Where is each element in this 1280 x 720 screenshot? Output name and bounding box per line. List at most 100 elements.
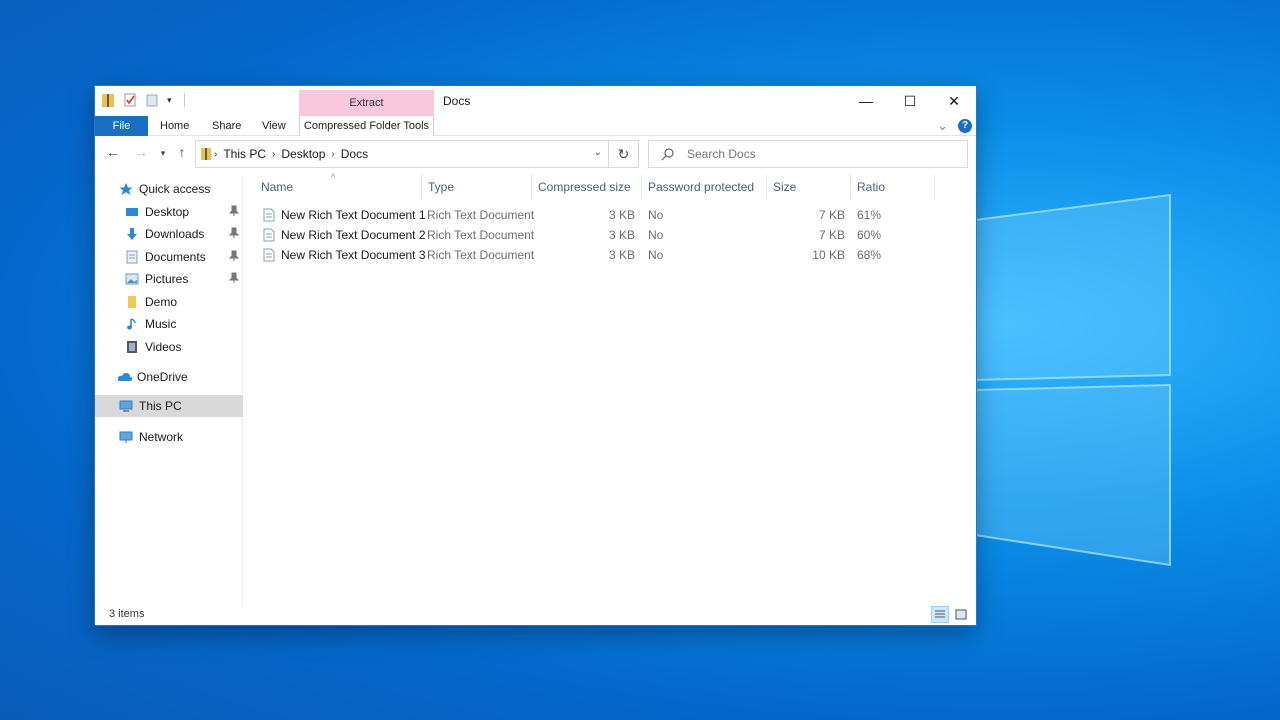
cloud-icon <box>117 370 133 384</box>
file-name-cell[interactable]: New Rich Text Document 1 <box>263 205 426 225</box>
sidebar-item-network[interactable]: Network <box>95 426 243 448</box>
sidebar-item-downloads[interactable]: Downloads <box>95 223 243 245</box>
network-icon <box>119 430 133 444</box>
sidebar-item-label: Pictures <box>145 272 189 286</box>
pin-icon <box>228 227 240 239</box>
sidebar-item-label: Documents <box>145 250 206 264</box>
file-ratio: 68% <box>857 248 882 262</box>
file-compressed-size: 3 KB <box>608 248 635 262</box>
back-arrow-icon[interactable]: ← <box>104 144 122 160</box>
address-bar[interactable]: › This PC › Desktop › Docs ⌄ <box>195 140 609 168</box>
tab-share[interactable]: Share <box>212 116 241 136</box>
folder-icon <box>125 295 139 309</box>
breadcrumb-separator-icon[interactable]: › <box>214 149 217 160</box>
pictures-icon <box>125 272 139 286</box>
sidebar-item-label: OneDrive <box>137 370 188 384</box>
sidebar-item-label: Network <box>139 430 184 444</box>
extract-contextual-tab[interactable]: Extract <box>299 90 434 116</box>
breadcrumb-docs[interactable]: Docs <box>341 147 368 161</box>
sidebar-item-label: Quick access <box>139 182 211 196</box>
file-name: New Rich Text Document 3 <box>281 248 426 262</box>
status-bar: 3 items <box>95 605 976 625</box>
tab-view[interactable]: View <box>262 116 286 136</box>
refresh-button[interactable]: ↻ <box>609 140 639 168</box>
file-size: 7 KB <box>818 228 845 242</box>
file-name-cell[interactable]: New Rich Text Document 3 <box>263 245 426 265</box>
minimize-button[interactable]: — <box>844 86 888 116</box>
customize-qat-icon[interactable]: ▾ <box>167 95 172 106</box>
file-row[interactable]: New Rich Text Document 1 Rich Text Docum… <box>255 205 935 225</box>
sidebar-item-this-pc[interactable]: This PC <box>95 395 243 417</box>
rtf-document-icon <box>263 228 275 242</box>
help-icon[interactable]: ? <box>958 119 972 133</box>
tab-compressed-folder-tools[interactable]: Compressed Folder Tools <box>299 116 434 136</box>
file-ratio: 61% <box>857 208 882 222</box>
sidebar-item-demo[interactable]: Demo <box>95 291 243 313</box>
breadcrumb-desktop[interactable]: Desktop <box>281 147 325 161</box>
sidebar-item-pictures[interactable]: Pictures <box>95 268 243 290</box>
sidebar-item-onedrive[interactable]: OneDrive <box>95 366 243 388</box>
file-name-cell[interactable]: New Rich Text Document 2 <box>263 225 426 245</box>
breadcrumb-this-pc[interactable]: This PC <box>223 147 266 161</box>
file-row[interactable]: New Rich Text Document 3 Rich Text Docum… <box>255 245 935 265</box>
title-bar: ▾ Extract Docs — ☐ ✕ <box>95 86 976 116</box>
navigation-pane: Quick access Desktop Downloads Documents… <box>95 176 243 606</box>
qat-separator <box>183 93 185 107</box>
file-row[interactable]: New Rich Text Document 2 Rich Text Docum… <box>255 225 935 245</box>
file-ratio: 60% <box>857 228 882 242</box>
column-header-name[interactable]: Name <box>255 174 422 200</box>
file-type: Rich Text Document <box>427 208 535 222</box>
breadcrumb-separator-icon[interactable]: › <box>272 149 275 160</box>
details-view-icon[interactable] <box>931 606 949 623</box>
column-header-type[interactable]: Type <box>422 174 532 200</box>
sidebar-item-label: Demo <box>145 295 178 309</box>
sidebar-item-label: Music <box>145 317 177 331</box>
rtf-document-icon <box>263 208 275 222</box>
file-size: 7 KB <box>818 208 845 222</box>
file-password-protected: No <box>648 208 664 222</box>
address-dropdown-icon[interactable]: ⌄ <box>594 147 602 158</box>
download-arrow-icon <box>125 227 139 241</box>
column-header-password-protected[interactable]: Password protected <box>642 174 767 200</box>
expand-ribbon-icon[interactable]: ⌄ <box>937 118 948 134</box>
sidebar-item-music[interactable]: Music <box>95 313 243 335</box>
sidebar-item-documents[interactable]: Documents <box>95 246 243 268</box>
videos-icon <box>125 340 139 354</box>
file-size: 10 KB <box>812 248 845 262</box>
forward-arrow-icon[interactable]: → <box>132 144 150 160</box>
sidebar-item-desktop[interactable]: Desktop <box>95 201 243 223</box>
breadcrumb-separator-icon[interactable]: › <box>331 149 334 160</box>
sidebar-item-quick-access[interactable]: Quick access <box>95 178 243 200</box>
file-type: Rich Text Document <box>427 228 535 242</box>
column-header-ratio[interactable]: Ratio <box>851 174 935 200</box>
properties-icon[interactable] <box>123 92 137 108</box>
sidebar-item-label: Desktop <box>145 205 190 219</box>
tab-home[interactable]: Home <box>160 116 189 136</box>
file-password-protected: No <box>648 228 664 242</box>
search-input[interactable]: Search Docs <box>648 140 968 168</box>
column-header-size[interactable]: Size <box>767 174 851 200</box>
rtf-document-icon <box>263 248 275 262</box>
quick-access-toolbar: ▾ <box>101 92 185 108</box>
large-icons-view-icon[interactable] <box>952 606 970 623</box>
file-type: Rich Text Document <box>427 248 535 262</box>
maximize-button[interactable]: ☐ <box>888 86 932 116</box>
file-name: New Rich Text Document 1 <box>281 208 426 222</box>
tab-file[interactable]: File <box>95 116 148 136</box>
close-button[interactable]: ✕ <box>932 86 976 116</box>
pin-icon <box>228 250 240 262</box>
music-note-icon <box>125 317 139 331</box>
up-arrow-icon[interactable]: ↑ <box>173 144 191 160</box>
search-icon <box>661 147 675 161</box>
pin-icon <box>228 205 240 217</box>
documents-icon <box>125 250 139 264</box>
item-count: 3 items <box>109 608 145 620</box>
file-compressed-size: 3 KB <box>608 228 635 242</box>
file-compressed-size: 3 KB <box>608 208 635 222</box>
recent-locations-icon[interactable]: ▾ <box>154 148 172 159</box>
column-header-compressed-size[interactable]: Compressed size <box>532 174 642 200</box>
new-folder-icon[interactable] <box>145 92 159 108</box>
sidebar-item-label: This PC <box>139 399 182 413</box>
folder-icon <box>200 147 212 161</box>
sidebar-item-videos[interactable]: Videos <box>95 336 243 358</box>
